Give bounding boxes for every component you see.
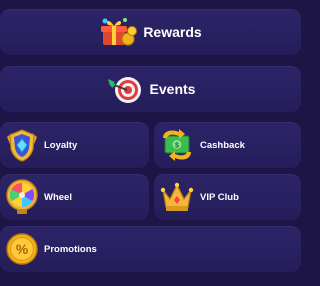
- percent-coin-icon: %: [0, 232, 44, 266]
- promotions-button[interactable]: % Promotions: [0, 226, 301, 272]
- shield-gem-icon: [0, 127, 44, 163]
- promotions-label: Promotions: [44, 243, 97, 255]
- crown-icon: [154, 180, 200, 214]
- rewards-button[interactable]: Rewards: [0, 9, 301, 55]
- cashback-label: Cashback: [200, 139, 245, 151]
- fortune-wheel-icon: [0, 178, 44, 216]
- vip-club-button[interactable]: VIP Club: [154, 174, 301, 220]
- events-label: Events: [149, 81, 196, 97]
- cashback-button[interactable]: $ Cashback: [154, 122, 301, 168]
- loyalty-label: Loyalty: [44, 139, 78, 151]
- cash-arrow-icon: $: [154, 128, 200, 162]
- svg-text:%: %: [16, 241, 29, 257]
- wheel-label: Wheel: [44, 191, 72, 203]
- rewards-label: Rewards: [143, 24, 202, 40]
- events-button[interactable]: Events: [0, 66, 301, 112]
- dart-target-icon: [106, 73, 144, 105]
- gift-coins-icon: [99, 15, 138, 49]
- wheel-button[interactable]: Wheel: [0, 174, 149, 220]
- vip-club-label: VIP Club: [200, 191, 239, 203]
- bonus-menu: Rewards Events Loyalty $ Cashback Wheel …: [0, 0, 301, 286]
- svg-text:$: $: [175, 143, 179, 150]
- loyalty-button[interactable]: Loyalty: [0, 122, 149, 168]
